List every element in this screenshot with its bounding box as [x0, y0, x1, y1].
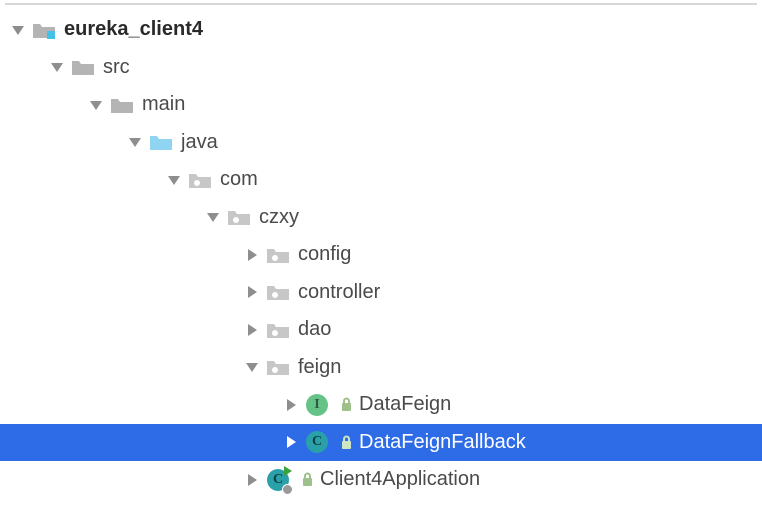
- package-icon: [264, 245, 292, 265]
- tree-label: Client4Application: [320, 468, 480, 491]
- package-icon: [186, 170, 214, 190]
- tree-label: feign: [298, 356, 341, 379]
- tree-label: dao: [298, 318, 331, 341]
- tree-label: com: [220, 168, 258, 191]
- tree-row-interface[interactable]: I DataFeign: [0, 386, 762, 424]
- vcs-lock-icon: [298, 472, 316, 487]
- tree-row-source-folder[interactable]: java: [0, 124, 762, 162]
- chevron-down-icon[interactable]: [201, 210, 225, 224]
- package-icon: [264, 320, 292, 340]
- vcs-lock-icon: [337, 435, 355, 450]
- tree-row-package[interactable]: czxy: [0, 199, 762, 237]
- package-icon: [264, 282, 292, 302]
- source-folder-icon: [147, 132, 175, 152]
- chevron-right-icon[interactable]: [240, 323, 264, 337]
- tree-label: java: [181, 131, 218, 154]
- chevron-down-icon[interactable]: [123, 135, 147, 149]
- chevron-right-icon[interactable]: [240, 248, 264, 262]
- chevron-down-icon[interactable]: [45, 60, 69, 74]
- tree-label: DataFeignFallback: [359, 431, 526, 454]
- chevron-down-icon[interactable]: [240, 360, 264, 374]
- tree-row-package[interactable]: feign: [0, 349, 762, 387]
- tree-row-folder[interactable]: main: [0, 86, 762, 124]
- chevron-down-icon[interactable]: [162, 173, 186, 187]
- folder-icon: [108, 95, 136, 115]
- tree-label: DataFeign: [359, 393, 451, 416]
- project-tree: eureka_client4 src main java: [0, 11, 762, 499]
- tree-label: eureka_client4: [64, 18, 203, 41]
- module-folder-icon: [30, 20, 58, 40]
- tree-row-folder[interactable]: src: [0, 49, 762, 87]
- tree-row-application[interactable]: C Client4Application: [0, 461, 762, 499]
- tree-row-class[interactable]: C DataFeignFallback: [0, 424, 762, 462]
- tree-label: controller: [298, 281, 380, 304]
- tree-row-package[interactable]: controller: [0, 274, 762, 312]
- chevron-right-icon[interactable]: [279, 435, 303, 449]
- tree-label: czxy: [259, 206, 299, 229]
- tree-row-package[interactable]: dao: [0, 311, 762, 349]
- folder-icon: [69, 57, 97, 77]
- package-icon: [264, 357, 292, 377]
- chevron-right-icon[interactable]: [240, 473, 264, 487]
- runnable-class-icon: C: [264, 469, 292, 491]
- tree-label: main: [142, 93, 185, 116]
- class-icon: C: [303, 431, 331, 453]
- package-icon: [225, 207, 253, 227]
- tree-row-package[interactable]: com: [0, 161, 762, 199]
- panel-top-border: [5, 3, 757, 5]
- chevron-right-icon[interactable]: [240, 285, 264, 299]
- vcs-lock-icon: [337, 397, 355, 412]
- tree-label: src: [103, 56, 130, 79]
- chevron-down-icon[interactable]: [6, 23, 30, 37]
- chevron-right-icon[interactable]: [279, 398, 303, 412]
- tree-label: config: [298, 243, 351, 266]
- interface-icon: I: [303, 394, 331, 416]
- tree-row-module[interactable]: eureka_client4: [0, 11, 762, 49]
- chevron-down-icon[interactable]: [84, 98, 108, 112]
- tree-row-package[interactable]: config: [0, 236, 762, 274]
